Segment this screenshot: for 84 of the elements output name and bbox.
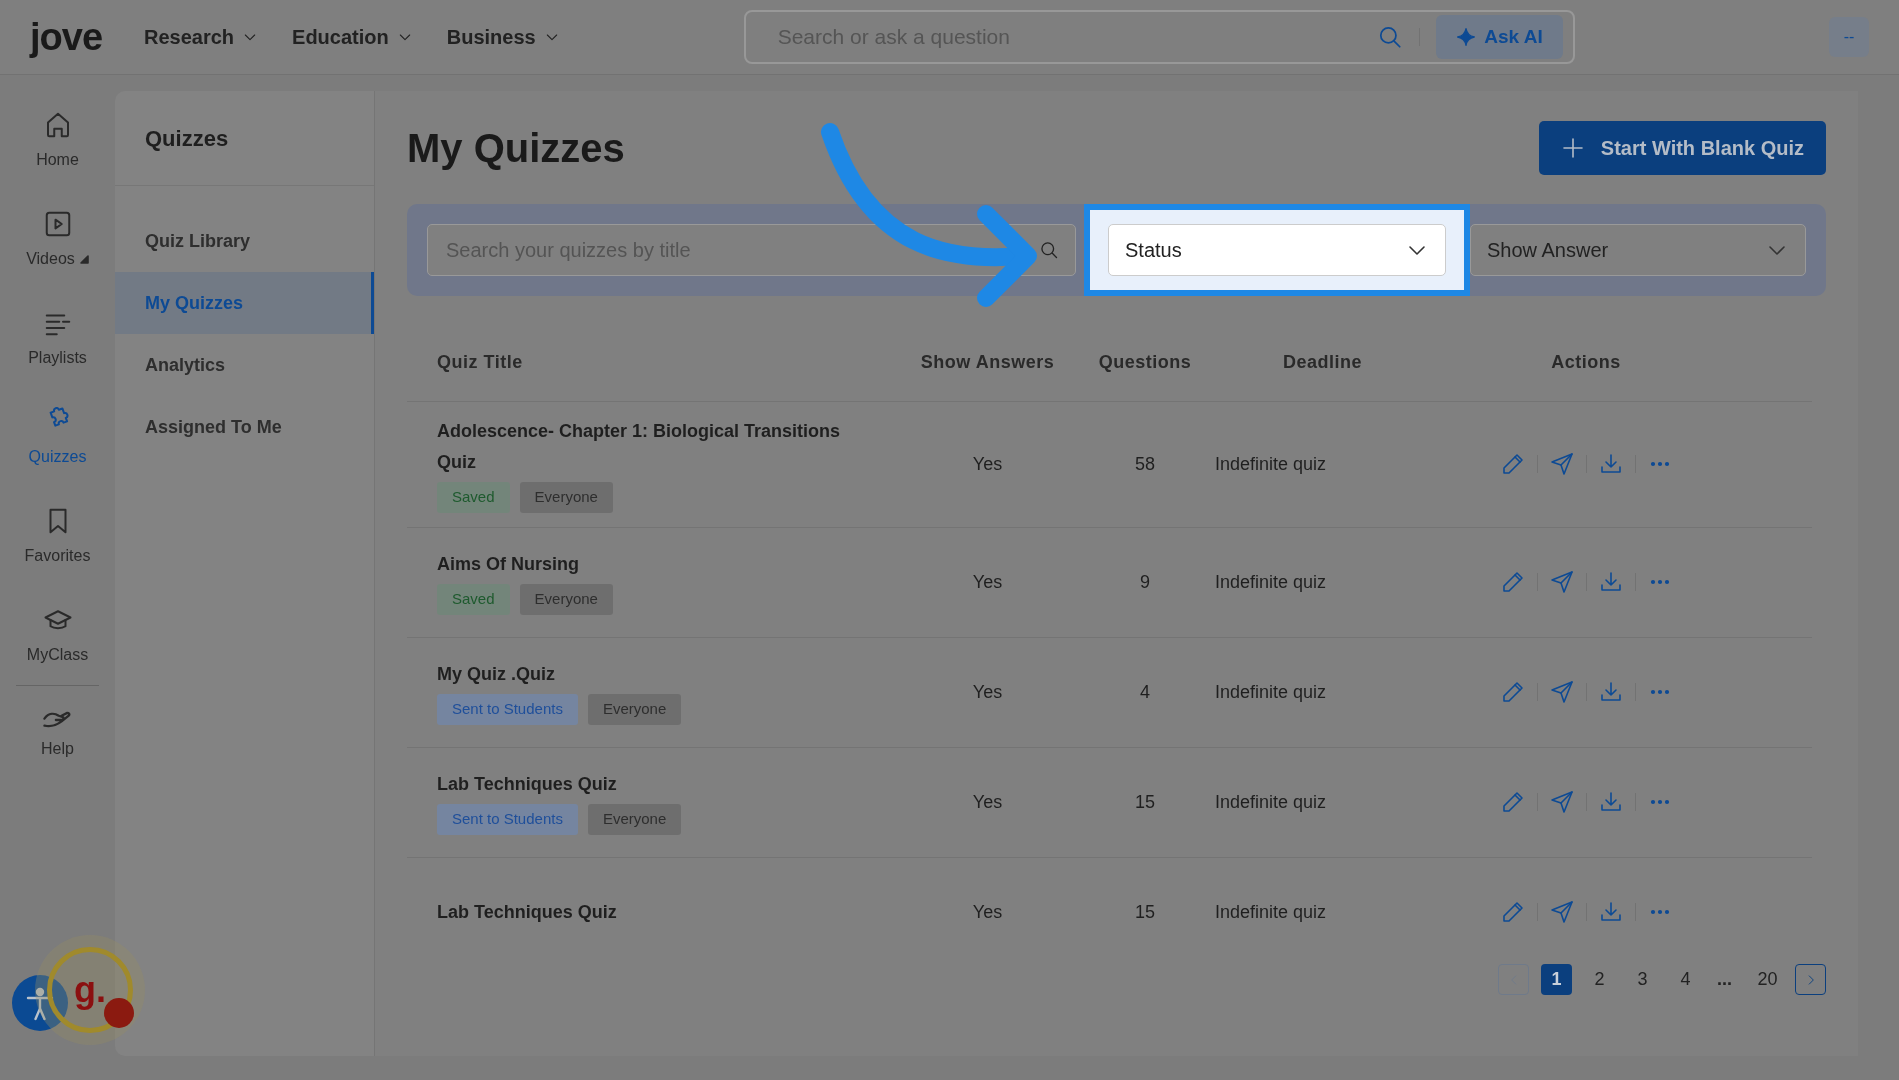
start-quiz-button[interactable]: Start With Blank Quiz — [1538, 120, 1826, 175]
dropdown[interactable]: Status — [1108, 224, 1446, 276]
column-header: Actions — [1550, 351, 1622, 374]
pagination-ellipsis: ... — [1716, 968, 1733, 991]
page-button[interactable]: 20 — [1752, 964, 1783, 995]
table-cell-text: Yes — [971, 452, 1004, 476]
paper-plane-icon[interactable] — [1549, 452, 1574, 477]
paper-plane-icon[interactable] — [1549, 900, 1574, 924]
quiz-title: Lab Techniques Quiz — [437, 773, 618, 797]
download-icon[interactable] — [1598, 790, 1623, 814]
table-cell-text: Indefinite quiz — [1215, 790, 1328, 814]
quiz-title: My Quiz .Quiz — [437, 663, 556, 687]
pencil-icon[interactable] — [1500, 570, 1525, 594]
table-cell-text: 15 — [1134, 900, 1156, 924]
column-header: Questions — [1097, 351, 1193, 374]
page-button[interactable]: 1 — [1541, 964, 1572, 995]
table-cell-text: Yes — [971, 570, 1004, 594]
nav-menu[interactable]: Research — [144, 22, 259, 52]
paper-plane-icon[interactable] — [1549, 680, 1574, 704]
download-icon[interactable] — [1598, 900, 1623, 924]
quiz-title: Lab Techniques Quiz — [437, 900, 618, 924]
logo[interactable]: jove — [30, 8, 120, 66]
status-tag: Everyone — [587, 694, 682, 725]
status-tag: Everyone — [519, 584, 613, 615]
status-tag: Saved — [437, 482, 510, 513]
paper-plane-icon[interactable] — [1549, 570, 1574, 594]
column-header: Show Answers — [919, 351, 1056, 374]
table-cell-text: Yes — [971, 790, 1004, 814]
user-button[interactable]: -- — [1829, 17, 1869, 57]
status-tag: Everyone — [587, 804, 682, 835]
sparkle-icon — [1456, 27, 1477, 47]
search-icon[interactable] — [1377, 24, 1404, 50]
sidebar-item[interactable]: Assigned To Me — [115, 396, 374, 458]
rail-item[interactable]: Home — [0, 91, 115, 190]
table-cell-text: Yes — [971, 680, 1004, 704]
sidebar-item[interactable]: Analytics — [115, 334, 374, 396]
page-button[interactable]: 3 — [1627, 964, 1658, 995]
nav-menu[interactable]: Business — [446, 22, 560, 52]
page-button[interactable]: 2 — [1584, 964, 1615, 995]
download-icon[interactable] — [1598, 680, 1623, 704]
column-header: Quiz Title — [437, 351, 524, 374]
sidebar-title: Quizzes — [115, 91, 374, 186]
pencil-icon[interactable] — [1500, 452, 1525, 477]
notification-dot — [104, 998, 134, 1028]
pencil-icon[interactable] — [1500, 680, 1525, 704]
table-cell-text: Yes — [971, 900, 1004, 924]
status-tag: Saved — [437, 584, 510, 615]
plus-icon — [1560, 135, 1585, 160]
status-tag: Sent to Students — [437, 694, 578, 725]
paper-plane-icon[interactable] — [1549, 790, 1574, 814]
table-cell-text: Indefinite quiz — [1215, 452, 1328, 476]
table-cell-text: Indefinite quiz — [1215, 680, 1328, 704]
ask-ai-button[interactable]: Ask AI — [1436, 14, 1563, 60]
table-cell-text: 15 — [1134, 790, 1156, 814]
table-cell-text: Indefinite quiz — [1215, 900, 1328, 924]
rail-item[interactable]: Playlists — [0, 289, 115, 388]
search-icon — [1039, 240, 1059, 260]
table-cell-text: 4 — [1139, 680, 1151, 704]
pencil-icon[interactable] — [1500, 790, 1525, 814]
pencil-icon[interactable] — [1500, 900, 1525, 924]
rail-item[interactable]: Favorites — [0, 487, 115, 586]
rail-item[interactable]: MyClass — [0, 586, 115, 685]
table-cell-text: 9 — [1139, 570, 1151, 594]
page-title: My Quizzes — [407, 124, 625, 172]
accessibility-button[interactable] — [12, 975, 68, 1031]
sidebar-item[interactable]: Quiz Library — [115, 210, 374, 272]
dropdown[interactable]: Show Answer — [1470, 224, 1806, 276]
nav-menu[interactable]: Education — [292, 22, 413, 52]
next-page-button[interactable] — [1795, 964, 1826, 995]
quiz-title: Adolescence- Chapter 1: Biological Transitions Quiz — [437, 420, 842, 474]
table-cell-text: 58 — [1134, 452, 1156, 476]
table-cell-text: Indefinite quiz — [1215, 570, 1328, 594]
status-tag: Sent to Students — [437, 804, 578, 835]
column-header: Deadline — [1282, 351, 1363, 374]
rail-item[interactable]: Videos — [0, 190, 115, 289]
download-icon[interactable] — [1598, 570, 1623, 594]
status-tag: Everyone — [519, 482, 613, 513]
page-button[interactable]: 4 — [1670, 964, 1701, 995]
sidebar-item[interactable]: My Quizzes — [115, 272, 374, 334]
rail-item[interactable]: Quizzes — [0, 388, 115, 487]
hand-icon — [42, 710, 73, 729]
rail-item[interactable]: Help — [0, 686, 115, 785]
assistant-button[interactable]: g. — [35, 935, 145, 1045]
quiz-title: Aims Of Nursing — [437, 553, 580, 577]
